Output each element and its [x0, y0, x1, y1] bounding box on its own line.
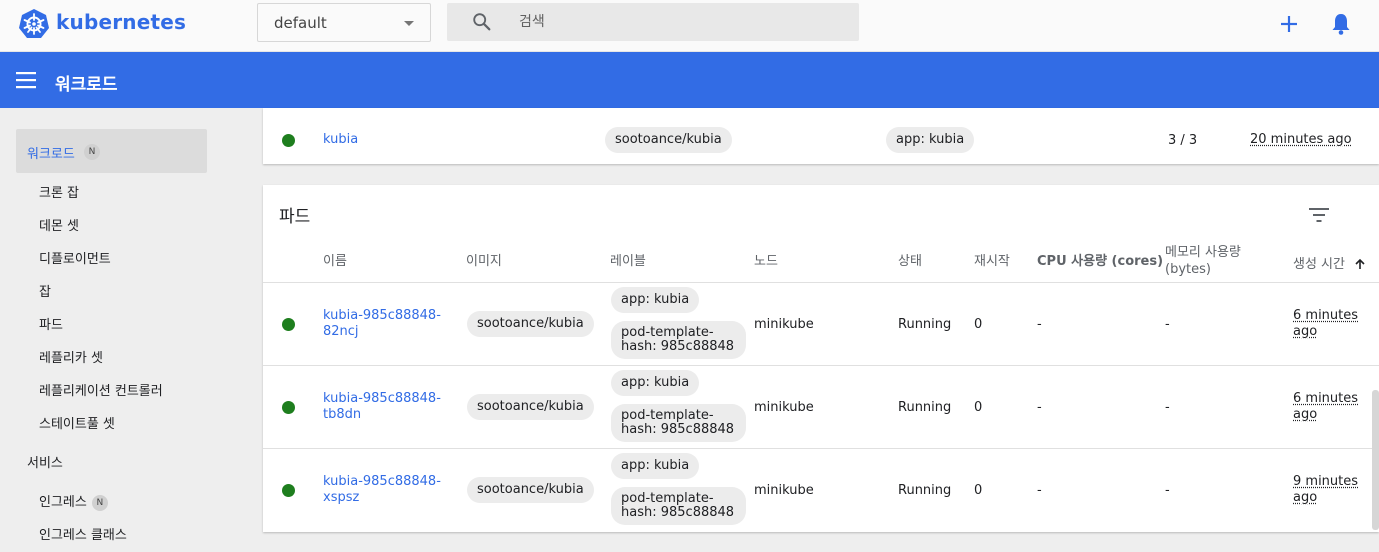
column-header-labels: 레이블 — [610, 254, 646, 269]
image-chip: sootoance/kubia — [467, 477, 594, 503]
status-running-icon — [282, 401, 295, 414]
namespace-select[interactable]: default — [257, 3, 431, 42]
menu-icon[interactable] — [16, 70, 38, 90]
label-chip: pod-template-hash: 985c88848 — [611, 321, 746, 359]
bell-icon[interactable] — [1327, 10, 1355, 38]
sidebar-group-services[interactable]: 서비스 — [27, 452, 63, 471]
deployment-name-link[interactable]: kubia — [323, 132, 358, 148]
sidebar-item-jobs[interactable]: 잡 — [39, 281, 51, 300]
column-header-created: 생성 시간 — [1293, 257, 1345, 272]
chevron-down-icon — [404, 21, 414, 26]
row-divider — [263, 282, 1379, 283]
deployments-card: kubia sootoance/kubia app: kubia 3 / 3 2… — [263, 108, 1379, 164]
sidebar-item-cronjobs[interactable]: 크론 잡 — [39, 182, 79, 201]
pod-name-link[interactable]: kubia-985c88848-82ncj — [323, 308, 448, 340]
node-cell: minikube — [754, 400, 814, 415]
scrollbar[interactable] — [1372, 390, 1379, 530]
cpu-cell: - — [1037, 400, 1042, 415]
new-badge: N — [91, 495, 108, 511]
sidebar: 워크로드 N 크론 잡 데몬 셋 디플로이먼트 잡 파드 레플리카 셋 레플리케… — [0, 108, 242, 552]
column-header-cpu: CPU 사용량 (cores) — [1037, 254, 1164, 269]
search-input[interactable] — [519, 10, 839, 34]
label-chip: app: kubia — [611, 453, 700, 479]
filter-icon[interactable] — [1308, 205, 1330, 225]
row-divider — [263, 365, 1379, 366]
label-chip: pod-template-hash: 985c88848 — [611, 487, 746, 525]
status-running-icon — [282, 484, 295, 497]
cpu-cell: - — [1037, 483, 1042, 498]
new-badge: N — [84, 144, 100, 160]
page-title: 워크로드 — [55, 75, 118, 95]
pods-card: 파드 이름 이미지 레이블 노드 상태 재시작 CPU 사용량 (cores) … — [263, 185, 1379, 532]
image-chip: sootoance/kubia — [467, 311, 594, 337]
memory-cell: - — [1165, 317, 1170, 332]
status-cell: Running — [898, 317, 952, 332]
created-time: 6 minutes ago — [1293, 308, 1359, 339]
column-header-memory: 메모리 사용량 (bytes) — [1165, 245, 1241, 277]
sidebar-item-replicationcontrollers[interactable]: 레플리케이션 컨트롤러 — [39, 380, 163, 399]
node-cell: minikube — [754, 317, 814, 332]
top-bar: kubernetes default — [0, 0, 1379, 52]
column-header-status[interactable]: 상태 — [898, 253, 922, 270]
column-header-name[interactable]: 이름 — [323, 253, 347, 270]
cpu-cell: - — [1037, 317, 1042, 332]
label-chip: pod-template-hash: 985c88848 — [611, 404, 746, 442]
restarts-cell: 0 — [974, 483, 983, 498]
pod-name-link[interactable]: kubia-985c88848-tb8dn — [323, 391, 448, 423]
app-header: 워크로드 — [0, 52, 1379, 108]
pod-name-link[interactable]: kubia-985c88848-xspsz — [323, 474, 448, 506]
sidebar-item-ingressclasses[interactable]: 인그레스 클래스 — [39, 524, 127, 543]
kubernetes-logo-icon[interactable] — [18, 8, 50, 40]
search-icon — [473, 13, 491, 31]
arrow-up-icon — [1355, 258, 1365, 269]
image-chip: sootoance/kubia — [467, 394, 594, 420]
pods-count: 3 / 3 — [1168, 133, 1198, 148]
status-cell: Running — [898, 483, 952, 498]
memory-cell: - — [1165, 483, 1170, 498]
restarts-cell: 0 — [974, 400, 983, 415]
created-time: 20 minutes ago — [1250, 132, 1352, 147]
card-title: 파드 — [279, 207, 311, 227]
search-bar[interactable] — [447, 3, 859, 41]
sidebar-item-pods[interactable]: 파드 — [39, 314, 63, 333]
sidebar-item-workloads[interactable]: 워크로드 N — [16, 129, 207, 173]
column-header-created-wrap[interactable]: 생성 시간 — [1293, 253, 1366, 273]
label-chip: app: kubia — [611, 370, 700, 396]
sidebar-item-daemonsets[interactable]: 데몬 셋 — [39, 215, 79, 234]
column-header-restarts[interactable]: 재시작 — [974, 253, 1010, 270]
column-header-image: 이미지 — [466, 254, 502, 269]
label-chip: app: kubia — [611, 287, 700, 313]
sidebar-item-ingresses[interactable]: 인그레스 N — [39, 491, 108, 511]
node-cell: minikube — [754, 483, 814, 498]
sidebar-item-statefulsets[interactable]: 스테이트풀 셋 — [39, 413, 115, 432]
sidebar-item-label: 인그레스 — [39, 495, 87, 510]
created-time: 6 minutes ago — [1293, 391, 1359, 422]
namespace-value: default — [274, 14, 327, 32]
label-chip: app: kubia — [886, 127, 975, 153]
brand-name[interactable]: kubernetes — [56, 10, 186, 34]
sidebar-item-label: 워크로드 — [27, 147, 75, 162]
row-divider — [263, 448, 1379, 449]
status-cell: Running — [898, 400, 952, 415]
plus-icon[interactable] — [1275, 10, 1303, 38]
sidebar-item-deployments[interactable]: 디플로이먼트 — [39, 248, 111, 267]
memory-cell: - — [1165, 400, 1170, 415]
status-running-icon — [282, 318, 295, 331]
column-header-node[interactable]: 노드 — [754, 253, 778, 270]
status-running-icon — [282, 134, 295, 147]
sidebar-item-replicasets[interactable]: 레플리카 셋 — [39, 347, 103, 366]
created-time: 9 minutes ago — [1293, 474, 1359, 505]
image-chip: sootoance/kubia — [605, 127, 732, 153]
restarts-cell: 0 — [974, 317, 983, 332]
